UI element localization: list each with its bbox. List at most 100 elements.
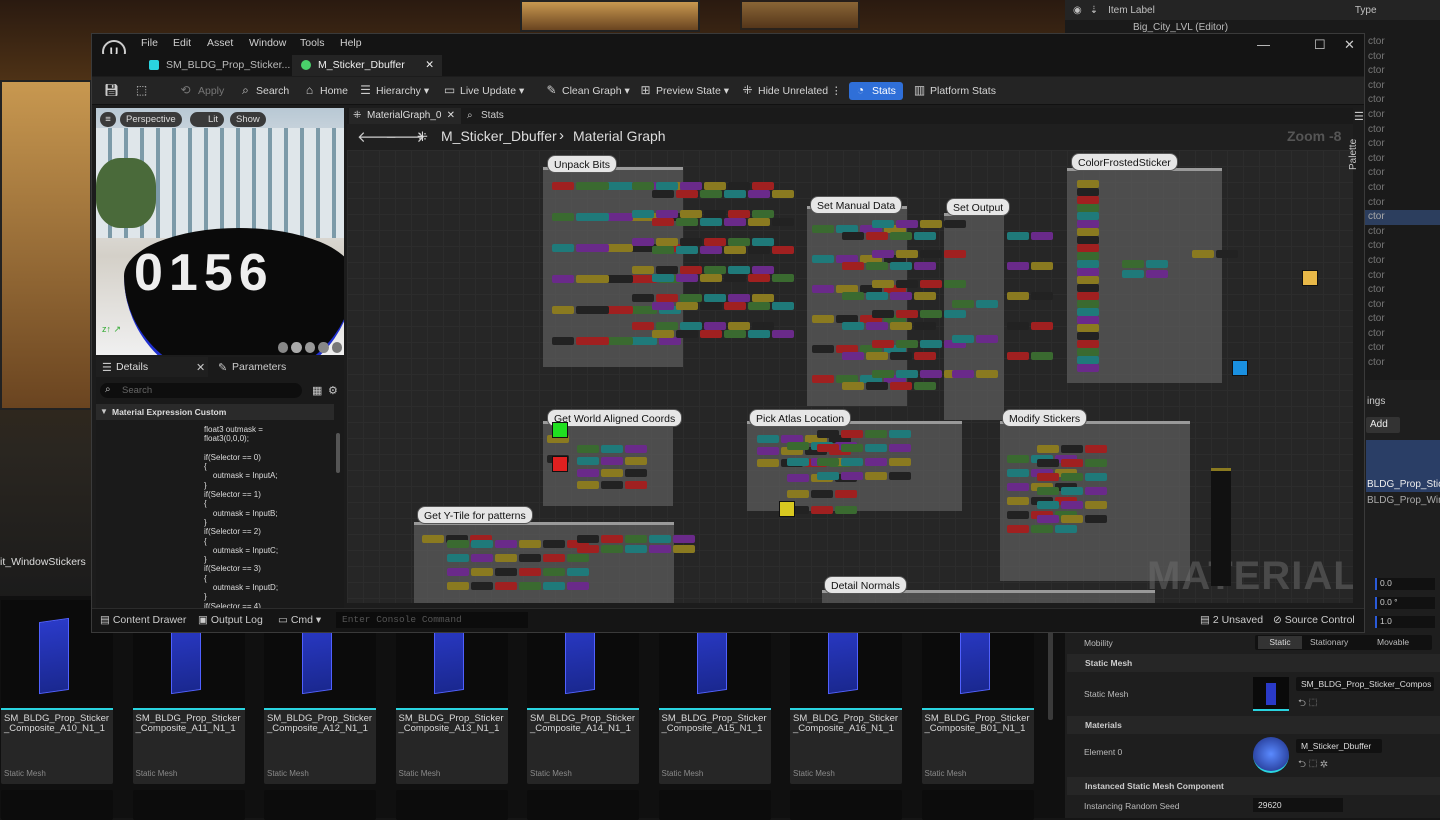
material-node[interactable] [787,474,809,482]
material-node[interactable] [652,302,674,310]
material-node[interactable] [787,458,809,466]
material-node[interactable] [1007,483,1029,491]
close-tab-icon[interactable]: ✕ [425,55,434,76]
material-node[interactable] [601,445,623,453]
material-node[interactable] [890,262,912,270]
material-node[interactable] [896,220,918,228]
material-node[interactable] [952,300,974,308]
material-node[interactable] [772,246,794,254]
material-node[interactable] [1031,352,1053,360]
material-node[interactable] [652,218,674,226]
material-node[interactable] [1077,196,1099,204]
asset-tile-next-row[interactable] [921,790,1034,820]
material-node[interactable] [676,246,698,254]
material-node[interactable] [632,294,654,302]
mobility-movable[interactable]: Movable [1377,636,1409,649]
material-node[interactable] [1007,322,1029,330]
material-node[interactable] [724,218,746,226]
material-node[interactable] [447,540,469,548]
show-button[interactable]: Show [230,112,266,127]
material-node[interactable] [1077,324,1099,332]
material-node[interactable] [673,535,695,543]
material-node[interactable] [835,506,857,514]
material-node[interactable] [1077,260,1099,268]
material-node[interactable] [772,218,794,226]
material-node[interactable] [704,238,726,246]
material-node[interactable] [748,246,770,254]
material-node[interactable] [577,445,599,453]
details-search-field[interactable]: ⌕ Search [100,383,302,398]
material-node[interactable] [625,481,647,489]
material-node[interactable] [920,220,942,228]
material-node[interactable] [656,210,678,218]
material-node[interactable] [872,250,894,258]
material-node[interactable] [1037,501,1059,509]
transform-value-3[interactable]: 1.0 [1375,616,1435,628]
material-node[interactable] [471,568,493,576]
material-node[interactable] [1085,501,1107,509]
material-dropdown[interactable]: M_Sticker_Dbuffer [1296,739,1382,753]
material-node[interactable] [1216,250,1238,258]
material-node[interactable] [752,182,774,190]
material-node[interactable] [817,472,839,480]
content-folder-label[interactable]: it_WindowStickers [0,556,86,568]
material-node[interactable] [1031,232,1053,240]
material-browse-icon[interactable]: ⮌ ⬚ ✲ [1298,757,1328,774]
material-node[interactable] [728,294,750,302]
clean-graph-button[interactable]: ✎ Clean Graph ▾ [544,82,629,100]
hide-unrelated-button[interactable]: ⁜ Hide Unrelated ⋮ [740,82,841,100]
material-node[interactable] [841,430,863,438]
material-node[interactable] [890,322,912,330]
material-node[interactable] [896,310,918,318]
material-node[interactable] [1085,459,1107,467]
material-node[interactable] [752,322,774,330]
asset-tile-next-row[interactable] [1,790,113,820]
material-node[interactable] [625,535,647,543]
comment-label[interactable]: Unpack Bits [547,155,618,173]
comment-label[interactable]: Pick Atlas Location [749,409,852,427]
perspective-button[interactable]: Perspective [120,112,182,127]
material-node[interactable] [866,352,888,360]
material-node[interactable] [447,582,469,590]
material-node[interactable] [625,469,647,477]
close-details-icon[interactable]: ✕ [196,361,205,374]
material-node[interactable] [842,232,864,240]
mobility-static[interactable]: Static [1258,636,1302,649]
cmd-dropdown[interactable]: ▭ Cmd ▾ [278,614,321,626]
cylinder-preview-icon[interactable] [278,342,289,353]
material-node[interactable] [704,266,726,274]
material-node[interactable] [842,322,864,330]
material-node[interactable] [1031,292,1053,300]
material-node[interactable] [772,302,794,310]
random-seed-input[interactable]: 29620 [1253,798,1343,812]
material-node[interactable] [1037,445,1059,453]
material-node[interactable] [601,545,623,553]
material-node[interactable] [1077,204,1099,212]
viewport-menu-icon[interactable]: ≡ [100,112,116,127]
material-node[interactable] [866,322,888,330]
material-node[interactable] [920,340,942,348]
material-node[interactable] [632,322,654,330]
material-node[interactable] [1007,292,1029,300]
material-node[interactable] [1077,308,1099,316]
material-node[interactable] [866,382,888,390]
instanced-static-mesh-section[interactable]: Instanced Static Mesh Component [1067,777,1440,795]
material-node[interactable] [952,335,974,343]
material-node[interactable] [656,266,678,274]
source-control-button[interactable]: ⊘ Source Control [1273,614,1355,626]
material-node[interactable] [704,182,726,190]
material-node[interactable] [787,490,809,498]
material-output-node[interactable] [1211,468,1231,586]
material-node[interactable] [944,280,966,288]
mobility-stationary[interactable]: Stationary [1310,636,1348,649]
material-node[interactable] [625,545,647,553]
material-node[interactable] [567,582,589,590]
material-node[interactable] [649,545,671,553]
material-node[interactable] [890,352,912,360]
material-node[interactable] [543,540,565,548]
material-node[interactable] [519,582,541,590]
material-node[interactable] [1061,445,1083,453]
material-node[interactable] [1077,332,1099,340]
static-mesh-section[interactable]: Static Mesh [1067,654,1440,672]
lit-button[interactable]: Lit [190,112,225,127]
